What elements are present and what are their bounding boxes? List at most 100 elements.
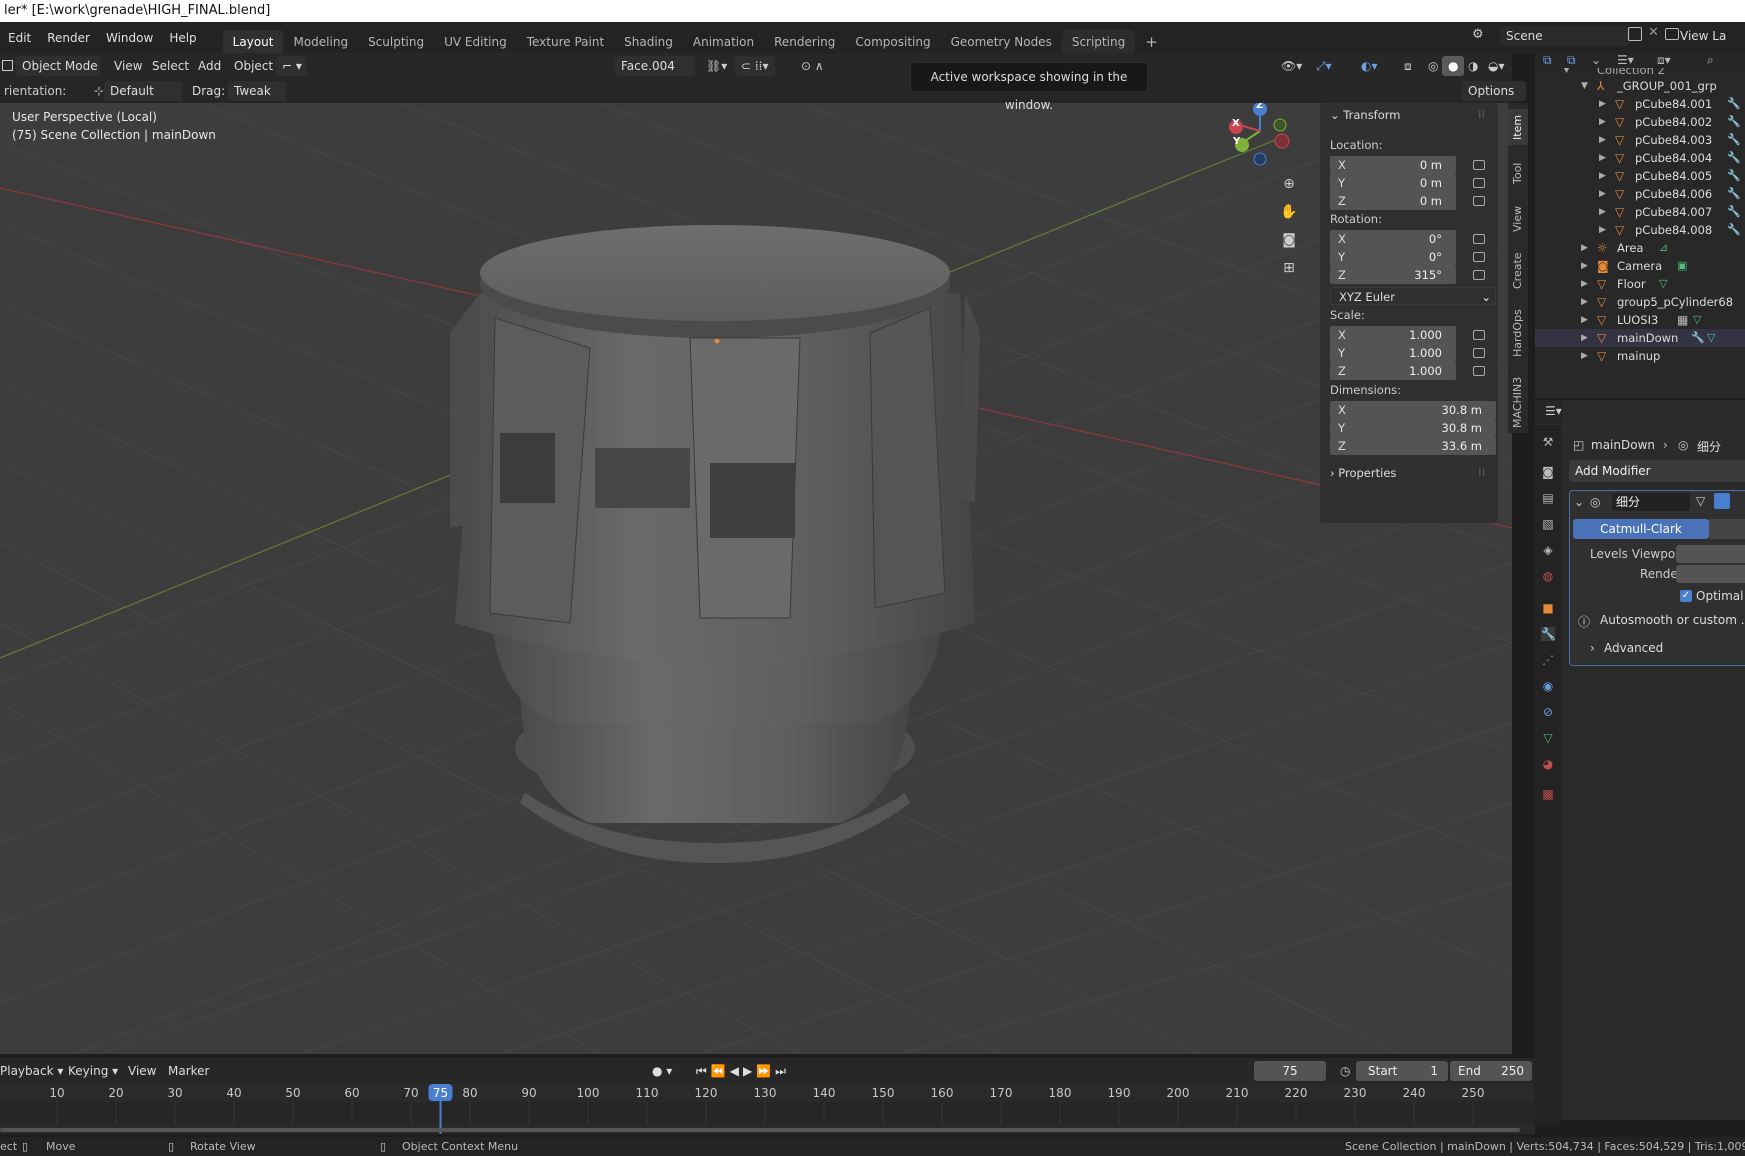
tab-shading[interactable]: Shading (614, 30, 683, 54)
outliner-row[interactable]: ▶ ▽ pCube84.007 🔧 (1535, 203, 1745, 221)
tab-uv-editing[interactable]: UV Editing (434, 30, 517, 54)
gizmo-toggle-icon[interactable]: ⤢▾ (1310, 56, 1338, 76)
3d-viewport[interactable]: User Perspective (Local) (75) Scene Coll… (0, 103, 1512, 1054)
object-icon[interactable]: ■ (1541, 601, 1555, 615)
lock-icon[interactable] (1473, 160, 1485, 170)
drag-dropdown[interactable]: Tweak (228, 81, 286, 101)
modifier-name-field[interactable]: 细分 (1612, 493, 1690, 511)
viewport-toggle-icon[interactable] (1714, 493, 1730, 509)
search-icon[interactable]: ⌕ (1707, 53, 1714, 68)
menu-add[interactable]: Add (192, 56, 227, 76)
zoom-icon[interactable]: ⊕ (1277, 172, 1301, 196)
material-icon[interactable]: ◕ (1541, 757, 1555, 771)
menu-edit[interactable]: Edit (0, 22, 39, 54)
tab-layout[interactable]: Layout (222, 30, 284, 54)
menu-render[interactable]: Render (39, 22, 98, 54)
data-icon[interactable]: ▽ (1541, 731, 1555, 745)
modifier-wrench-icon[interactable]: 🔧 (1691, 329, 1705, 347)
visibility-icon[interactable]: 👁▾ (1275, 56, 1308, 76)
outliner-row[interactable]: ▶ ▽ pCube84.004 🔧 (1535, 149, 1745, 167)
timeline[interactable]: 10 20 30 40 50 60 70 80 90 100 110 120 130 140 150 160 1… (0, 1084, 1535, 1134)
menu-object[interactable]: Object (228, 56, 279, 76)
modifier-wrench-icon[interactable]: 🔧 (1727, 113, 1741, 131)
tab-view[interactable]: View (1508, 199, 1528, 239)
outliner-row[interactable]: ▶ ▽ pCube84.001 🔧 (1535, 95, 1745, 113)
levels-viewport-field[interactable] (1676, 545, 1745, 563)
modifier-wrench-icon[interactable]: 🔧 (1727, 149, 1741, 167)
lock-icon[interactable] (1473, 178, 1485, 188)
lock-icon[interactable] (1473, 348, 1485, 358)
texture-icon[interactable]: ▩ (1541, 787, 1555, 801)
xray-icon[interactable]: ⧈ (1398, 56, 1418, 76)
add-workspace-button[interactable]: + (1135, 30, 1168, 54)
drag-handle-icon[interactable]: ⁞⁞ (1478, 107, 1485, 121)
tab-hardops[interactable]: HardOps (1508, 301, 1528, 365)
rotation-x-field[interactable]: X 0° (1330, 230, 1456, 248)
modifier-wrench-icon[interactable]: 🔧 (1727, 203, 1741, 221)
clock-icon[interactable]: ◷ (1334, 1061, 1356, 1081)
chevron-down-icon[interactable]: ⌄ (1591, 53, 1601, 67)
edit-mode-toggle-icon[interactable]: ▽ (1696, 494, 1705, 508)
timeline-track[interactable] (0, 1102, 1535, 1124)
location-z-field[interactable]: Z 0 m (1330, 192, 1456, 210)
outliner-row[interactable]: ▶ ▽ LUOSI3 ▦ ▽ (1535, 311, 1745, 329)
outliner-display-icon[interactable]: ⧉ (1567, 53, 1576, 68)
scene-tab-icon[interactable]: ◈ (1541, 543, 1555, 557)
outliner-row[interactable]: ▶ ▽ pCube84.002 🔧 (1535, 113, 1745, 131)
rotation-z-field[interactable]: Z 315° (1330, 266, 1456, 284)
orientation-dropdown[interactable]: Default (104, 81, 182, 101)
outliner-row[interactable]: ▶ ▽ pCube84.008 🔧 (1535, 221, 1745, 239)
camera-view-icon[interactable]: ◙ (1277, 228, 1301, 252)
transform-panel-header[interactable]: ⌄ Transform (1330, 108, 1401, 122)
snap-icon[interactable]: ⊂ ⁞⁞▾ (735, 56, 775, 76)
transform-pivot-icon[interactable]: ⌐ ▾ (276, 56, 306, 76)
tab-sculpting[interactable]: Sculpting (358, 30, 434, 54)
outliner-view-icon[interactable]: ⧈▾ (1657, 53, 1671, 68)
lock-icon[interactable] (1473, 252, 1485, 262)
scale-z-field[interactable]: Z 1.000 (1330, 362, 1456, 380)
editor-type-icon[interactable]: ☰▾ (1545, 404, 1562, 418)
outliner-row[interactable]: ▶ ▽ mainup (1535, 347, 1745, 365)
tab-geometry-nodes[interactable]: Geometry Nodes (941, 30, 1062, 54)
menu-view[interactable]: View (108, 56, 148, 76)
simple-button[interactable] (1709, 519, 1745, 539)
world-icon[interactable]: ◍ (1541, 569, 1555, 583)
properties-panel-header[interactable]: › Properties (1330, 466, 1396, 480)
object-mode-dropdown[interactable]: Object Mode (16, 56, 100, 76)
modifier-tab-icon[interactable]: 🔧 (1541, 627, 1556, 641)
link-icon[interactable]: ⛓▾ (700, 56, 733, 76)
outliner-row[interactable]: ▶ ☼ Area ⊿ (1535, 239, 1745, 257)
tab-item[interactable]: Item (1508, 109, 1528, 145)
start-frame-field[interactable]: Start 1 (1356, 1061, 1448, 1081)
catmull-clark-button[interactable]: Catmull-Clark (1573, 519, 1709, 539)
render-icon[interactable]: ◙ (1541, 465, 1555, 479)
timeline-scrollbar[interactable] (0, 1128, 1520, 1132)
dimension-y-field[interactable]: Y 30.8 m (1330, 419, 1496, 437)
particles-icon[interactable]: ⋰ (1541, 653, 1555, 667)
marker-menu[interactable]: Marker (162, 1061, 215, 1081)
view-layer-selector[interactable]: View La (1680, 26, 1745, 46)
optimal-display-checkbox[interactable]: ✓ (1680, 590, 1692, 602)
perspective-grid-icon[interactable]: ⊞ (1277, 256, 1301, 280)
close-icon[interactable]: ✕ (1648, 25, 1659, 40)
lock-icon[interactable] (1473, 270, 1485, 280)
view-layer-tab-icon[interactable]: ▧ (1541, 517, 1555, 531)
tab-rendering[interactable]: Rendering (764, 30, 845, 54)
menu-help[interactable]: Help (161, 22, 204, 54)
record-icon[interactable]: ● ▾ (646, 1061, 678, 1081)
tab-animation[interactable]: Animation (683, 30, 764, 54)
scale-y-field[interactable]: Y 1.000 (1330, 344, 1456, 362)
modifier-wrench-icon[interactable]: 🔧 (1727, 131, 1741, 149)
keying-menu[interactable]: Keying ▾ (62, 1061, 124, 1081)
modifier-wrench-icon[interactable]: 🔧 (1727, 167, 1741, 185)
rotation-y-field[interactable]: Y 0° (1330, 248, 1456, 266)
outliner-tree-icon[interactable]: ☰▾ (1617, 53, 1634, 67)
outliner-row[interactable]: ▶ ▽ group5_pCylinder68 (1535, 293, 1745, 311)
outliner-row[interactable]: ▶ ▽ Floor ▽ (1535, 275, 1745, 293)
tool-icon[interactable]: ⚒ (1541, 435, 1555, 449)
current-frame-field[interactable]: 75 (1254, 1061, 1326, 1081)
playback-controls-icon[interactable]: ⏮⏪◀▶⏩⏭ (690, 1061, 796, 1081)
rendered-shading-icon[interactable]: ◒▾ (1482, 56, 1511, 76)
constraints-icon[interactable]: ⊘ (1541, 705, 1555, 719)
overlay-toggle-icon[interactable]: ◐▾ (1355, 56, 1384, 76)
